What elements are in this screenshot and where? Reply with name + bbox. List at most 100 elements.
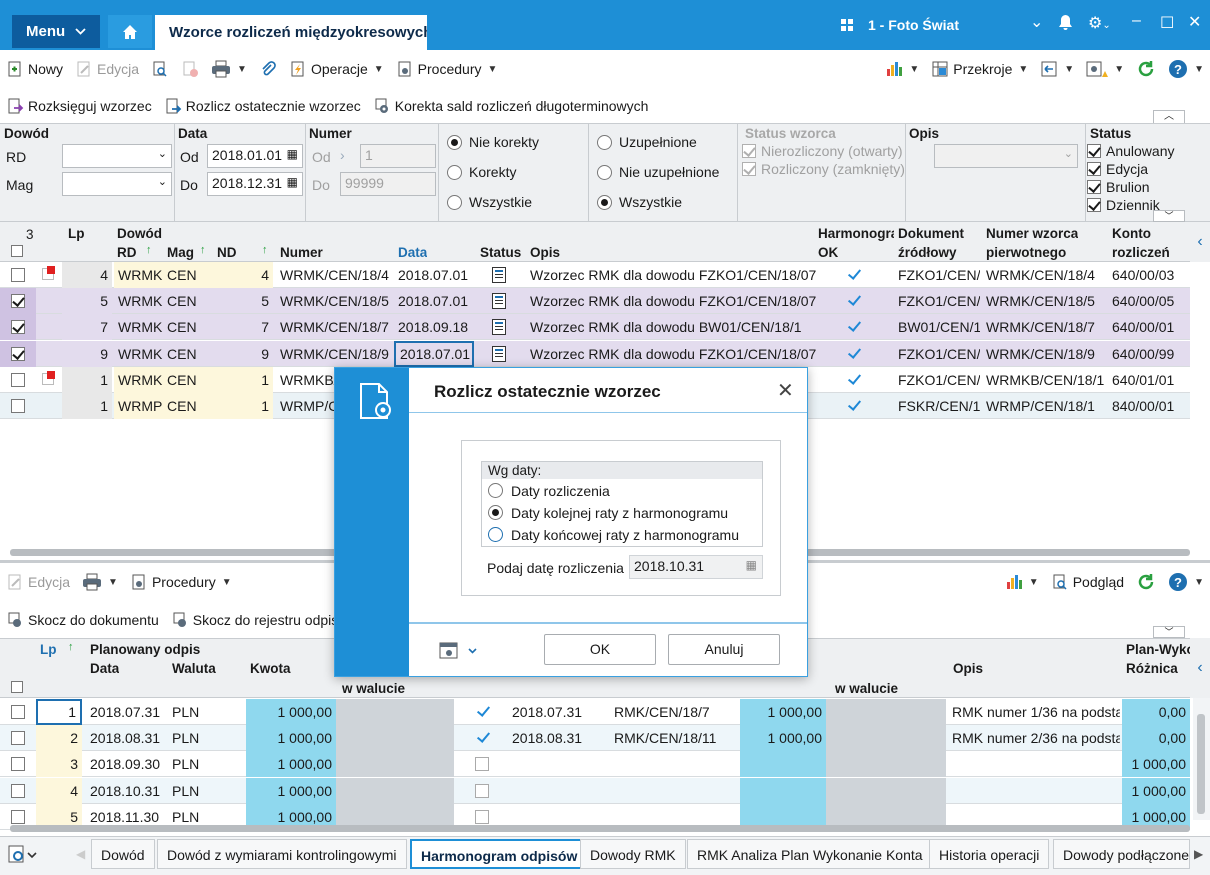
col-harmonogram[interactable]: Harmonogram (818, 226, 894, 241)
menu-button[interactable]: Menu (12, 15, 100, 48)
col-mag[interactable]: Mag (167, 245, 194, 260)
procedures-menu[interactable]: Procedury ▼ (390, 55, 504, 83)
row-checkbox[interactable] (11, 399, 25, 413)
radio-final-installment[interactable] (488, 527, 503, 542)
help-button[interactable]: ? ▼ (1162, 55, 1210, 83)
opis-select[interactable]: ⌄ (934, 144, 1078, 168)
edit-button[interactable]: Edycja (69, 55, 145, 83)
lower-help-button[interactable]: ? ▼ (1162, 568, 1210, 596)
cancel-button[interactable]: Anuluj (668, 634, 780, 665)
col-desc-lower[interactable]: Opis (953, 661, 983, 676)
radio-all-filled[interactable] (597, 195, 612, 210)
date-from-input[interactable]: 2018.01.01 ▦ (207, 144, 303, 168)
col-original-template[interactable]: Numer wzorca (986, 226, 1078, 241)
lower-refresh-button[interactable] (1130, 568, 1162, 596)
closed-template-checkbox[interactable] (742, 162, 756, 176)
row-checkbox[interactable] (11, 705, 25, 719)
new-button[interactable]: Nowy (0, 55, 69, 83)
refresh-button[interactable] (1130, 55, 1162, 83)
row-checkbox[interactable] (11, 346, 25, 361)
status-draft-checkbox[interactable] (1087, 180, 1101, 194)
print-button[interactable]: ▼ (205, 55, 253, 83)
expand-filter-button[interactable]: ﹀ (1153, 210, 1185, 222)
col-lp-lower[interactable]: Lp (40, 642, 57, 657)
col-rd[interactable]: RD (117, 245, 137, 260)
col-difference[interactable]: Różnica (1126, 661, 1178, 676)
lower-preview-button[interactable]: Podgląd (1045, 568, 1130, 596)
row-checkbox[interactable] (11, 372, 25, 387)
date-to-input[interactable]: 2018.12.31 ▦ (207, 172, 303, 196)
table-row[interactable]: 3 2018.09.30 PLN 1 000,00 1 000,00 (0, 751, 1190, 778)
delete-button[interactable] (175, 55, 205, 83)
radio-all-corrections[interactable] (447, 195, 462, 210)
chevron-left-icon[interactable]: ‹ (1190, 222, 1210, 262)
final-settle-button[interactable]: Rozlicz ostatecznie wzorzec (158, 92, 367, 120)
executed-checkbox[interactable] (475, 809, 489, 824)
row-checkbox[interactable] (11, 757, 25, 772)
col-opis[interactable]: Opis (530, 245, 560, 260)
executed-checkbox[interactable] (475, 757, 489, 772)
radio-not-corrections[interactable] (447, 135, 462, 150)
status-edit-checkbox[interactable] (1087, 162, 1101, 176)
settle-date-input[interactable]: 2018.10.31 ▦ (629, 555, 763, 579)
lower-print-button[interactable]: ▼ (76, 568, 124, 596)
chevron-left-icon[interactable]: ◀ (76, 847, 85, 861)
row-checkbox[interactable] (11, 294, 25, 309)
balance-correction-button[interactable]: Korekta sald rozliczeń długoterminowych (367, 92, 655, 120)
bell-icon[interactable] (1058, 14, 1073, 36)
lower-edit-button[interactable]: Edycja (0, 568, 76, 596)
tab-historia[interactable]: Historia operacji (929, 839, 1050, 869)
tab-dowody-podlaczone[interactable]: Dowody podłączone (1053, 839, 1190, 869)
table-row[interactable]: 5 WRMK CEN 5 WRMK/CEN/18/5 2018.07.01 Wzorzec … (0, 288, 1190, 315)
col-status[interactable]: Status (480, 245, 521, 260)
executed-check-icon[interactable] (476, 730, 490, 744)
table-row[interactable]: 4 2018.10.31 PLN 1 000,00 1 000,00 (0, 777, 1190, 804)
chart-button[interactable]: ▼ (879, 55, 925, 83)
num-from-input[interactable]: 1 (360, 144, 436, 168)
lower-chart-button[interactable]: ▼ (999, 568, 1045, 596)
radio-filled[interactable] (597, 135, 612, 150)
col-nd[interactable]: ND (217, 245, 237, 260)
radio-settle-date[interactable] (488, 483, 503, 498)
mag-select[interactable]: ⌄ (62, 172, 172, 196)
row-checkbox[interactable] (11, 809, 25, 824)
lower-procedures-menu[interactable]: Procedury ▼ (124, 568, 238, 596)
dialog-options-button[interactable] (439, 642, 479, 663)
search-filter-icon[interactable] (8, 845, 38, 868)
col-exec-in-currency[interactable]: w walucie (835, 681, 898, 696)
ok-button[interactable]: OK (544, 634, 656, 665)
tab-templates[interactable]: Wzorce rozliczeń międzyokresowych (155, 15, 427, 50)
col-currency[interactable]: Waluta (172, 661, 216, 676)
radio-corrections[interactable] (447, 165, 462, 180)
col-numer[interactable]: Numer (280, 245, 323, 260)
lower-select-all-checkbox[interactable] (11, 681, 23, 693)
select-all-checkbox[interactable] (11, 245, 23, 257)
lower-vertical-scrollbar[interactable] (1193, 698, 1210, 820)
col-in-currency[interactable]: w walucie (342, 681, 405, 696)
tab-rmk-analiza[interactable]: RMK Analiza Plan Wykonanie Konta (687, 839, 933, 869)
company-selector[interactable]: 1 - Foto Świat (840, 15, 959, 35)
scroll-thumb[interactable] (1197, 714, 1205, 814)
minimize-icon[interactable]: – (1132, 12, 1141, 30)
tab-dowody-rmk[interactable]: Dowody RMK (580, 839, 686, 869)
status-journal-checkbox[interactable] (1087, 198, 1101, 212)
radio-next-installment[interactable] (488, 505, 503, 520)
col-amount[interactable]: Kwota (250, 661, 291, 676)
settings-warning-button[interactable]: ▼ (1080, 55, 1130, 83)
table-row[interactable]: 7 WRMK CEN 7 WRMK/CEN/18/7 2018.09.18 Wzorzec … (0, 314, 1190, 341)
operations-menu[interactable]: Operacje ▼ (283, 55, 390, 83)
executed-checkbox[interactable] (475, 783, 489, 798)
tab-harmonogram[interactable]: Harmonogram odpisów (410, 839, 589, 869)
lower-horizontal-scrollbar[interactable] (10, 825, 1190, 832)
collapse-filter-button[interactable]: ︿ (1153, 110, 1185, 124)
chevron-down-icon[interactable]: ⌄ (1030, 12, 1043, 32)
table-row[interactable]: 4 WRMK CEN 4 WRMK/CEN/18/4 2018.07.01 Wzorzec … (0, 262, 1190, 288)
status-cancelled-checkbox[interactable] (1087, 144, 1101, 158)
table-row[interactable]: 1 2018.07.31 PLN 1 000,00 2018.07.31 RMK/CEN/… (0, 699, 1190, 725)
close-icon[interactable]: ✕ (1188, 12, 1201, 32)
chevron-right-icon[interactable]: ▶ (1194, 847, 1203, 861)
row-checkbox[interactable] (11, 731, 25, 746)
col-account[interactable]: Konto (1112, 226, 1151, 241)
tab-dowod[interactable]: Dowód (91, 839, 155, 869)
table-row[interactable]: 2 2018.08.31 PLN 1 000,00 2018.08.31 RMK/CEN/… (0, 725, 1190, 752)
